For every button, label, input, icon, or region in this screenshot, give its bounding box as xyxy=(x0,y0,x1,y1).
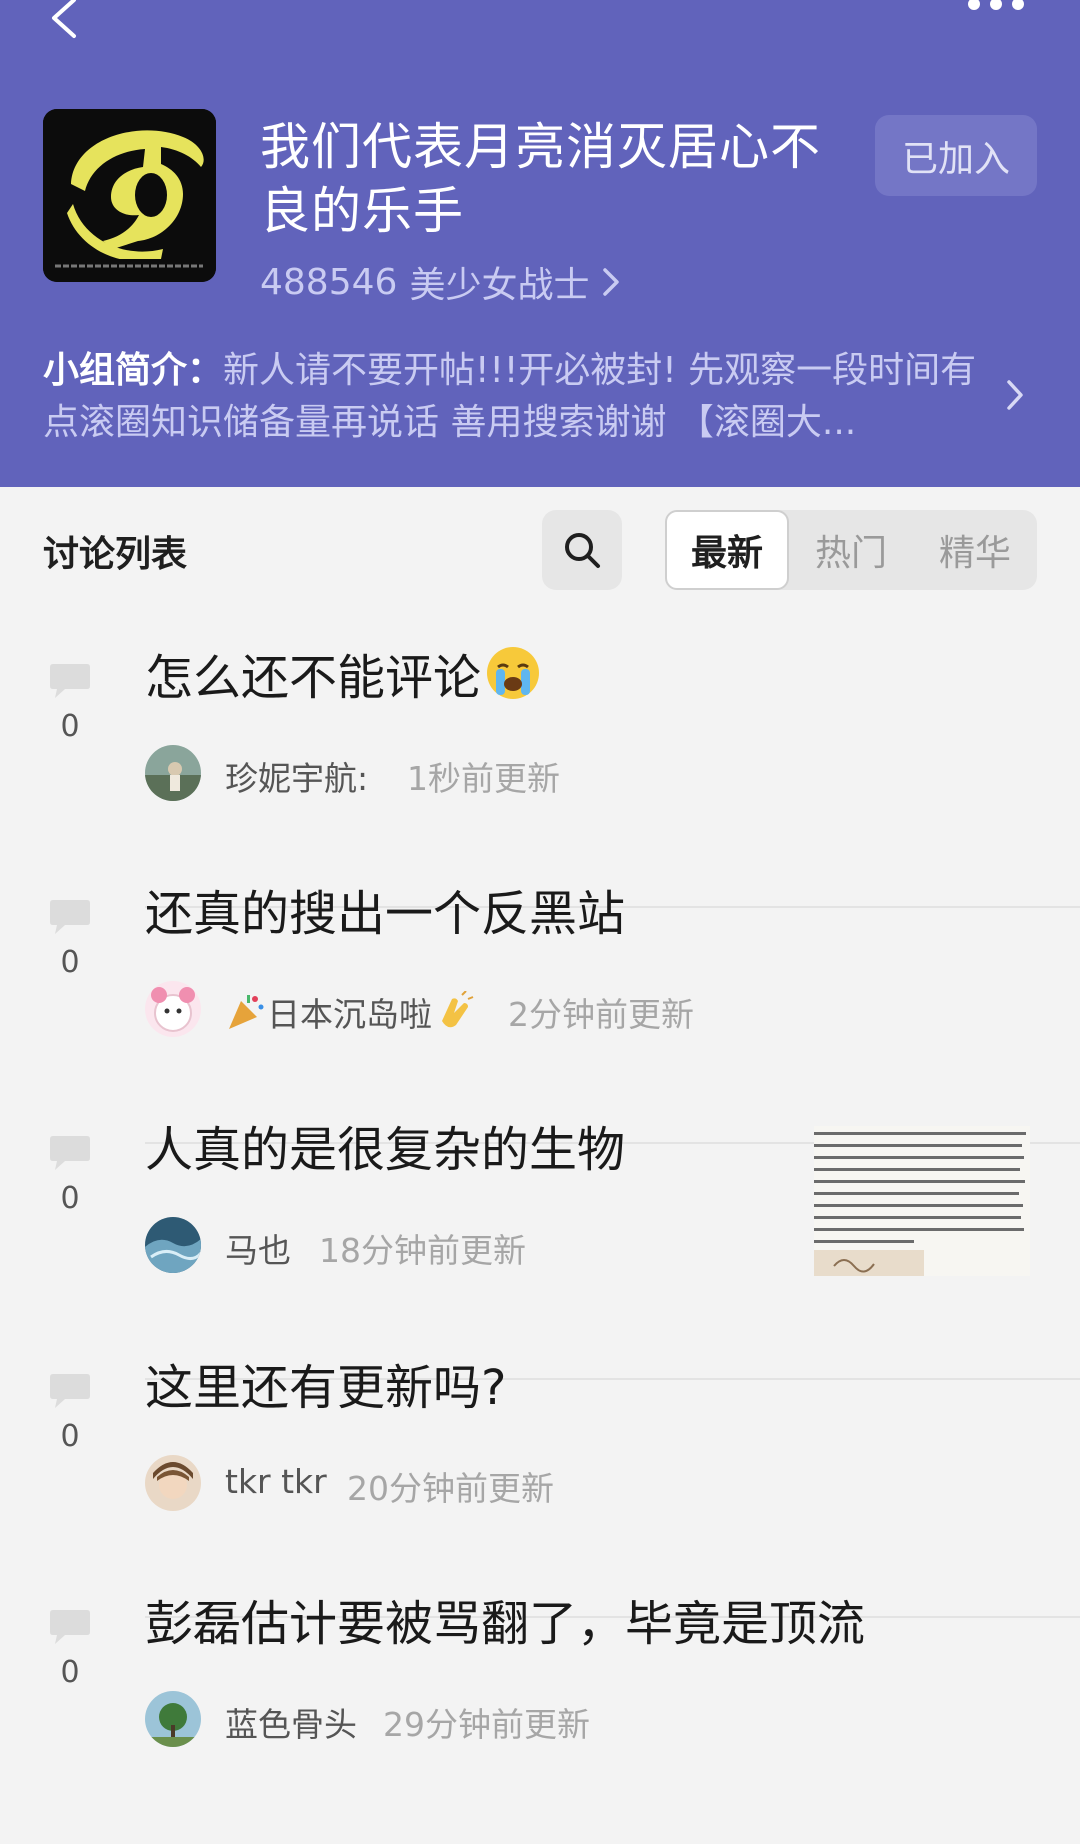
intro-label: 小组简介： xyxy=(43,350,224,391)
comment-bubble-icon xyxy=(50,1136,90,1170)
post-item[interactable]: 0 还真的搜出一个反黑站 日本沉岛啦 2分钟前更新 xyxy=(0,886,1080,1144)
post-item[interactable]: 0 彭磊估计要被骂翻了，毕竟是顶流 蓝色骨头 29分钟前更新 xyxy=(0,1596,1080,1844)
comment-count: 0 xyxy=(60,945,80,980)
post-author[interactable]: 蓝色骨头 xyxy=(225,1698,357,1746)
member-label: 美少女战士 xyxy=(409,265,590,306)
post-author[interactable]: tkr tkr xyxy=(225,1462,327,1501)
search-icon xyxy=(565,533,600,568)
avatar[interactable] xyxy=(145,745,201,801)
chevron-right-icon[interactable] xyxy=(1005,378,1025,412)
avatar[interactable] xyxy=(145,1455,201,1511)
member-count: 488546 xyxy=(260,261,398,303)
avatar[interactable] xyxy=(145,1217,201,1273)
more-options-icon[interactable] xyxy=(964,0,1028,16)
comment-count: 0 xyxy=(60,709,80,744)
tab-featured[interactable]: 精华 xyxy=(913,510,1037,590)
post-thumbnail[interactable] xyxy=(814,1126,1030,1276)
comment-count: 0 xyxy=(60,1419,80,1454)
back-arrow-icon[interactable] xyxy=(40,0,88,42)
post-time: 1秒前更新 xyxy=(407,759,560,798)
post-author[interactable]: 日本沉岛啦 xyxy=(225,988,474,1036)
comment-bubble-icon xyxy=(50,1610,90,1644)
post-title[interactable]: 彭磊估计要被骂翻了，毕竟是顶流 xyxy=(145,1584,865,1654)
avatar[interactable] xyxy=(145,981,201,1037)
post-time: 18分钟前更新 xyxy=(319,1231,526,1270)
joined-button[interactable]: 已加入 xyxy=(875,115,1037,196)
comment-count: 0 xyxy=(60,1655,80,1690)
avatar[interactable] xyxy=(145,1691,201,1747)
tab-latest[interactable]: 最新 xyxy=(665,510,789,590)
post-time: 20分钟前更新 xyxy=(347,1469,554,1508)
comment-bubble-icon xyxy=(50,1374,90,1408)
group-title: 我们代表月亮消灭居心不良的乐手 xyxy=(260,118,821,240)
post-author-name: 日本沉岛啦 xyxy=(267,995,432,1034)
post-title[interactable]: 还真的搜出一个反黑站 xyxy=(145,874,625,944)
tab-hot[interactable]: 热门 xyxy=(789,510,913,590)
crying-face-icon xyxy=(487,647,540,699)
comment-bubble-icon xyxy=(50,900,90,934)
post-title[interactable]: 怎么还不能评论 xyxy=(145,638,541,708)
chevron-right-icon xyxy=(603,268,620,296)
post-title-text: 怎么还不能评论 xyxy=(145,650,482,706)
comment-bubble-icon xyxy=(50,664,90,698)
search-button[interactable] xyxy=(542,510,622,590)
post-title[interactable]: 人真的是很复杂的生物 xyxy=(145,1110,625,1180)
comment-count: 0 xyxy=(60,1181,80,1216)
post-title[interactable]: 这里还有更新吗? xyxy=(145,1348,506,1418)
sort-tabs: 最新 热门 精华 xyxy=(665,510,1037,590)
post-item[interactable]: 0 这里还有更新吗? tkr tkr 20分钟前更新 xyxy=(0,1360,1080,1618)
clapping-hands-icon xyxy=(442,991,474,1028)
post-time: 29分钟前更新 xyxy=(383,1705,590,1744)
post-time: 2分钟前更新 xyxy=(508,995,694,1034)
post-item[interactable]: 0 人真的是很复杂的生物 马也 18分钟前更新 xyxy=(0,1122,1080,1380)
discussion-list-title: 讨论列表 xyxy=(43,534,188,575)
group-logo xyxy=(43,109,216,282)
group-intro[interactable]: 小组简介：新人请不要开帖!!!开必被封! 先观察一段时间有点滚圈知识储备量再说话… xyxy=(43,345,983,449)
post-item[interactable]: 0 怎么还不能评论 珍妮宇航: 1秒前更新 xyxy=(0,647,1080,908)
post-author[interactable]: 马也 xyxy=(225,1224,291,1272)
post-author[interactable]: 珍妮宇航: xyxy=(225,752,368,800)
member-count-link[interactable]: 488546 美少女战士 xyxy=(260,256,621,308)
party-popper-icon xyxy=(229,995,264,1029)
group-header: 我们代表月亮消灭居心不良的乐手 488546 美少女战士 已加入 小组简介：新人… xyxy=(0,0,1080,487)
